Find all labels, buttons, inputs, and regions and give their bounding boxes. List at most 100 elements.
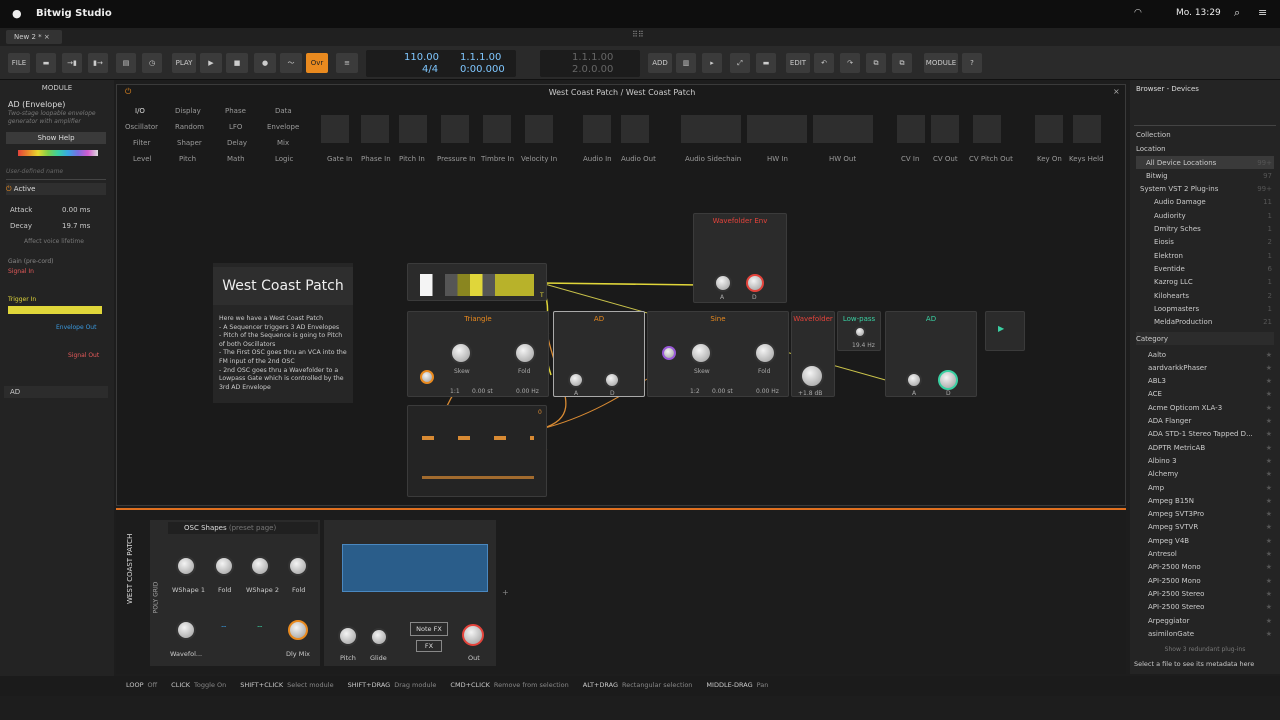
fx-button[interactable]: FX — [416, 640, 442, 652]
star-icon[interactable]: ★ — [1266, 590, 1272, 598]
wshape1-knob[interactable] — [176, 556, 196, 576]
clip-button[interactable]: ▸ — [702, 53, 722, 73]
device-item[interactable]: API-2500 Mono ★ — [1136, 574, 1274, 587]
position-time[interactable]: 0:00.000 — [460, 64, 505, 75]
cutoff-value[interactable]: 19.4 Hz — [852, 342, 875, 349]
star-icon[interactable]: ★ — [1266, 377, 1272, 385]
device-item[interactable]: Antresol ★ — [1136, 548, 1274, 561]
ad1-attack-knob[interactable] — [568, 372, 584, 388]
sine-pm-knob[interactable] — [662, 346, 676, 360]
undo-button[interactable]: ↶ — [814, 53, 834, 73]
device-item[interactable]: API-2500 Mono ★ — [1136, 561, 1274, 574]
position-beats[interactable]: 1.1.1.00 — [460, 52, 501, 63]
wavefolder-envelope-module[interactable]: Wavefolder Env A D — [693, 213, 787, 303]
wavefolder-drive-knob[interactable] — [800, 364, 824, 388]
sine-ratio[interactable]: 1:2 — [690, 388, 700, 395]
layout-button[interactable]: ▬ — [756, 53, 776, 73]
note-fx-button[interactable]: Note FX — [410, 622, 448, 636]
wfenv-attack-knob[interactable] — [714, 274, 732, 292]
new-button[interactable]: ▬ — [36, 53, 56, 73]
location-item[interactable]: Elektron 1 — [1136, 249, 1274, 262]
play-mode-button[interactable]: PLAY — [172, 53, 196, 73]
wavefolder-knob[interactable] — [176, 620, 196, 640]
location-item[interactable]: All Device Locations 99+ — [1136, 156, 1274, 169]
grid-thumbnail[interactable] — [342, 544, 488, 592]
help-button[interactable]: ? — [962, 53, 982, 73]
tempo[interactable]: 110.00 — [404, 52, 439, 63]
overdub-button[interactable]: Ovr — [306, 53, 328, 73]
star-icon[interactable]: ★ — [1266, 390, 1272, 398]
automation-button[interactable]: 〜 — [280, 53, 302, 73]
device-item[interactable]: ADPTR MetricAB ★ — [1136, 441, 1274, 454]
sine-hz-offset[interactable]: 0.00 Hz — [756, 388, 779, 395]
device-item[interactable]: Alchemy ★ — [1136, 468, 1274, 481]
edit-button[interactable]: EDIT — [786, 53, 810, 73]
device-item[interactable]: asimilonGate ★ — [1136, 627, 1274, 640]
triangle-oscillator-module[interactable]: Triangle Skew Fold 1:1 0.00 st 0.00 Hz — [407, 311, 549, 397]
redo-button[interactable]: ↷ — [840, 53, 860, 73]
star-icon[interactable]: ★ — [1266, 457, 1272, 465]
preset-page-header[interactable]: OSC Shapes (preset page) — [168, 522, 318, 534]
star-icon[interactable]: ★ — [1266, 510, 1272, 518]
location-item[interactable]: Eventide 6 — [1136, 262, 1274, 275]
import-button[interactable]: →▮ — [62, 53, 82, 73]
add-device-icon[interactable]: + — [502, 588, 509, 597]
device-item[interactable]: ADA STD-1 Stereo Tapped D... ★ — [1136, 428, 1274, 441]
hz-offset[interactable]: 0.00 Hz — [516, 388, 539, 395]
wavefolder-gain[interactable]: +1.8 dB — [798, 390, 822, 397]
device-item[interactable]: API-2500 Stereo ★ — [1136, 601, 1274, 614]
device-item[interactable]: ABL3 ★ — [1136, 375, 1274, 388]
cutoff-knob[interactable] — [854, 326, 866, 338]
pitch-sequencer-module[interactable]: 0 — [407, 405, 547, 497]
grid-preview-device[interactable]: Note FX FX Pitch Glide Out — [324, 520, 496, 666]
module-button[interactable]: MODULE — [924, 53, 958, 73]
star-icon[interactable]: ★ — [1266, 577, 1272, 585]
star-icon[interactable]: ★ — [1266, 470, 1272, 478]
redundant-plugins-link[interactable]: Show 3 redundant plug-ins — [1130, 646, 1280, 653]
poly-grid-device[interactable]: POLY GRID OSC Shapes (preset page) WShap… — [150, 520, 320, 666]
star-icon[interactable]: ★ — [1266, 444, 1272, 452]
show-help-button[interactable]: Show Help — [6, 132, 106, 144]
search-icon[interactable]: ⌕ — [1234, 6, 1240, 20]
location-item[interactable]: Loopmasters 1 — [1136, 302, 1274, 315]
attack-value[interactable]: 0.00 ms — [62, 206, 90, 214]
save-button[interactable]: ▤ — [116, 53, 136, 73]
device-item[interactable]: Albino 3 ★ — [1136, 454, 1274, 467]
location-item[interactable]: Kilohearts 2 — [1136, 289, 1274, 302]
location-item[interactable]: Kazrog LLC 1 — [1136, 276, 1274, 289]
star-icon[interactable]: ★ — [1266, 430, 1272, 438]
fold1-knob[interactable] — [214, 556, 234, 576]
device-item[interactable]: Arpeggiator ★ — [1136, 614, 1274, 627]
user-name-field[interactable]: User-defined name — [6, 168, 106, 180]
close-icon[interactable]: × — [44, 33, 50, 41]
device-item[interactable]: Ampeg V4B ★ — [1136, 534, 1274, 547]
time-signature[interactable]: 4/4 — [422, 64, 438, 75]
browser-search[interactable] — [1134, 114, 1276, 126]
loop-start[interactable]: 1.1.1.00 — [572, 52, 613, 63]
device-item[interactable]: aardvarkkPhaser ★ — [1136, 361, 1274, 374]
fm-knob[interactable] — [420, 370, 434, 384]
app-name[interactable]: Bitwig Studio — [36, 8, 112, 19]
star-icon[interactable]: ★ — [1266, 537, 1272, 545]
collection-header[interactable]: Collection — [1136, 128, 1274, 141]
star-icon[interactable]: ★ — [1266, 523, 1272, 531]
wfenv-decay-knob[interactable] — [746, 274, 764, 292]
star-icon[interactable]: ★ — [1266, 417, 1272, 425]
category-header[interactable]: Category — [1136, 332, 1274, 345]
location-item[interactable]: Audiority 1 — [1136, 209, 1274, 222]
star-icon[interactable]: ★ — [1266, 364, 1272, 372]
location-item[interactable]: MeldaProduction 21 — [1136, 316, 1274, 329]
color-swatches[interactable] — [18, 150, 98, 156]
menu-icon[interactable]: ≡ — [1258, 6, 1267, 19]
grip-icon[interactable]: ⠿⠿ — [632, 30, 644, 39]
wavefolder-module[interactable]: Wavefolder +1.8 dB — [791, 311, 835, 397]
device-item[interactable]: Amp ★ — [1136, 481, 1274, 494]
record-button[interactable]: ● — [254, 53, 276, 73]
project-tab[interactable]: New 2 * × — [6, 30, 62, 44]
device-item[interactable]: Acme Opticom XLA-3 ★ — [1136, 401, 1274, 414]
star-icon[interactable]: ★ — [1266, 404, 1272, 412]
export-button[interactable]: ▮→ — [88, 53, 108, 73]
decay-value[interactable]: 19.7 ms — [62, 222, 90, 230]
star-icon[interactable]: ★ — [1266, 603, 1272, 611]
sine-fold-knob[interactable] — [754, 342, 776, 364]
